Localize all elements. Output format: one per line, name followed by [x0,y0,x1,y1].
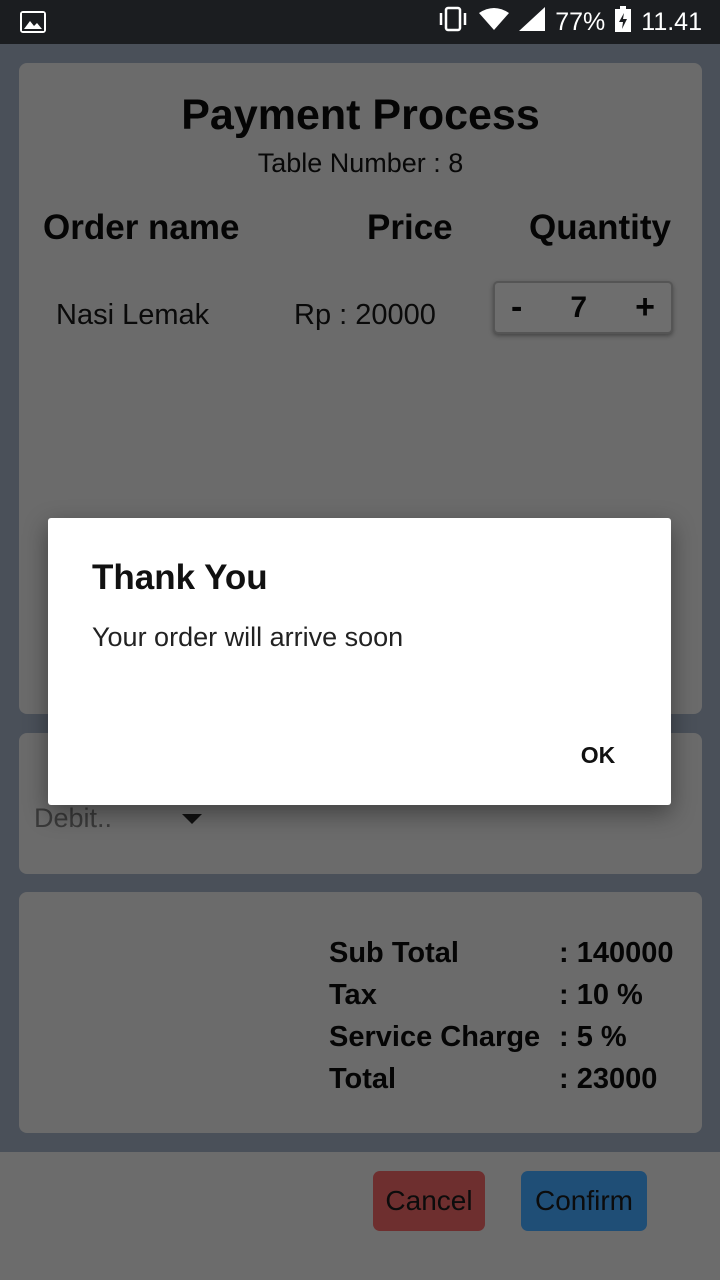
confirm-button[interactable]: Confirm [521,1171,647,1231]
vibrate-icon [437,6,469,39]
dropdown-arrow-icon [182,813,203,824]
header-price: Price [367,208,453,247]
action-bar: Cancel Confirm [0,1152,720,1280]
summary-label: Service Charge [329,1020,541,1053]
summary-value: : 5 % [559,1020,627,1053]
thank-you-dialog: Thank You Your order will arrive soon OK [48,518,671,805]
quantity-value: 7 [570,290,588,324]
wifi-icon [479,7,510,38]
summary-label: Total [329,1062,397,1095]
battery-percent: 77% [555,7,606,36]
signal-icon [519,6,546,38]
item-price: Rp : 20000 [294,299,436,331]
gallery-icon [20,11,46,33]
page-title: Payment Process [181,91,540,139]
table-number: Table Number : 8 [257,148,464,178]
summary-value: : 140000 [559,936,674,969]
payment-method-value: Debit.. [34,803,113,833]
dialog-title: Thank You [92,558,268,597]
summary-row: Service Charge : 5 % [329,1016,674,1058]
summary-label: Tax [329,978,377,1011]
payment-method-dropdown[interactable]: Debit.. [34,803,203,834]
item-name: Nasi Lemak [56,299,210,331]
ok-button[interactable]: OK [558,737,638,773]
summary-row: Tax : 10 % [329,974,674,1016]
decrement-button[interactable]: - [511,288,522,327]
summary-value: : 23000 [559,1062,658,1095]
summary-label: Sub Total [329,936,459,969]
battery-charging-icon [615,5,632,39]
summary-row: Sub Total : 140000 [329,932,674,974]
status-bar: 77% 11.41 [0,0,720,44]
clock: 11.41 [641,7,702,36]
cancel-button[interactable]: Cancel [373,1171,485,1231]
summary-table: Sub Total : 140000 Tax : 10 % Service Ch… [329,932,674,1100]
dialog-message: Your order will arrive soon [92,622,404,652]
summary-row: Total : 23000 [329,1058,674,1100]
quantity-stepper: - 7 + [493,281,673,334]
summary-card: Sub Total : 140000 Tax : 10 % Service Ch… [19,892,702,1133]
header-order-name: Order name [43,208,240,247]
summary-value: : 10 % [559,978,643,1011]
header-quantity: Quantity [529,208,671,247]
increment-button[interactable]: + [635,288,655,327]
